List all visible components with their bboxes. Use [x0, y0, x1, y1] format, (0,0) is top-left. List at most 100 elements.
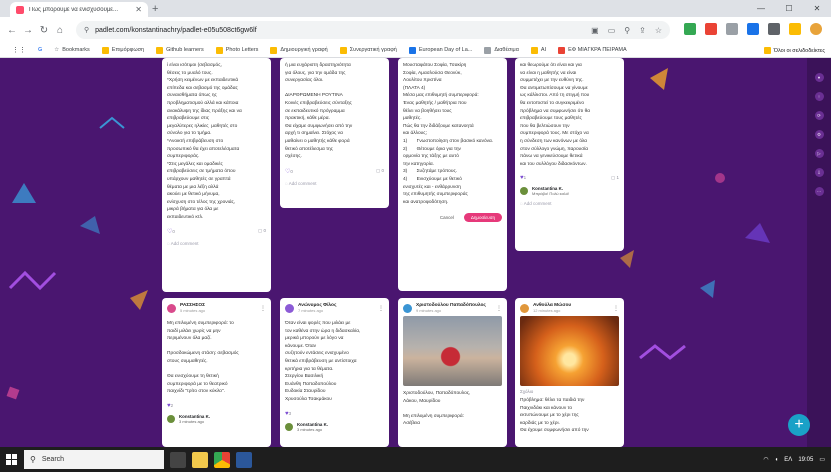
extension-red-icon[interactable] — [705, 23, 717, 35]
reload-icon[interactable]: ↻ — [36, 25, 52, 36]
cancel-button[interactable]: Cancel — [436, 213, 458, 222]
windows-start-icon[interactable] — [0, 447, 22, 472]
comment-author: Konstantina K. — [297, 421, 328, 427]
bookmark-1[interactable]: Επιμόρφωση — [96, 43, 150, 58]
extension-green-icon[interactable] — [684, 23, 696, 35]
rail-settings-icon[interactable]: ⚙ — [814, 130, 824, 139]
comment-count-button[interactable]: ▢ 0 — [258, 228, 266, 235]
chrome-icon[interactable] — [214, 451, 230, 468]
home-icon[interactable]: ⌂ — [52, 25, 68, 36]
extension-yellow-icon[interactable] — [789, 23, 801, 35]
bookmark-0[interactable]: ☆ Bookmarks — [48, 43, 95, 58]
comment-count-button[interactable]: ▢ 1 — [611, 175, 619, 181]
like-button[interactable]: ♥1 — [520, 175, 526, 181]
address-bar[interactable]: ⚲ padlet.com/konstantinachry/padlet-e05u… — [76, 21, 670, 39]
rail-avatar-icon[interactable]: ● — [814, 73, 824, 82]
rail-remake-icon[interactable]: ⟳ — [814, 111, 824, 120]
post-header: Ανθούλα Μώσου 12 minutes ago ⋮ — [515, 298, 624, 316]
like-button[interactable]: ♡0 — [167, 228, 175, 235]
page-icon — [558, 46, 566, 54]
bookmark-9[interactable]: ΕΦ ΜΙΑΓΚΡΑ ΠΕΙΡΑΜΑ — [552, 43, 633, 58]
post-time: 7 minutes ago — [298, 308, 324, 313]
globe-icon — [408, 46, 416, 54]
post-card[interactable]: ΡΑΣΣΗΣΟΣ 5 minutes ago ⋮ Μη επιλυμένη συ… — [162, 298, 271, 447]
back-icon[interactable]: ← — [4, 25, 20, 36]
cast-icon[interactable]: ▭ — [608, 26, 616, 35]
profile-avatar[interactable] — [810, 23, 822, 35]
minimize-icon[interactable]: — — [747, 0, 775, 17]
bookmark-3[interactable]: Photo Letters — [210, 43, 265, 58]
file-explorer-icon[interactable] — [192, 451, 208, 468]
bookmark-6[interactable]: European Day of La... — [403, 43, 479, 58]
extension-blue-icon[interactable] — [747, 23, 759, 35]
browser-tab[interactable]: Πώς μπορούμε να ενισχύσουμε... ✕ — [10, 2, 148, 17]
new-tab-button[interactable]: + — [152, 3, 158, 15]
google-bookmark[interactable]: G — [32, 43, 48, 58]
site-info-icon[interactable]: ⚲ — [84, 26, 89, 34]
post-card[interactable]: ή μια ευχάριστη δραστηριότητα για όλους,… — [280, 58, 389, 208]
url-text[interactable]: padlet.com/konstantinachry/padlet-e05u50… — [95, 27, 585, 34]
all-bookmarks[interactable]: Όλοι οι σελιδοδείκτες — [763, 43, 825, 58]
post-text: και θεωρούμε ότι είναι και για να είναι … — [520, 63, 591, 167]
add-comment-field[interactable]: ◌ Add comment — [515, 198, 624, 211]
notifications-icon[interactable]: ▭ — [819, 456, 825, 463]
post-body[interactable]: Μουσταφάτου Σοφία, Τσακίρη Σοφία, Αμασλο… — [398, 58, 507, 210]
bookmark-5[interactable]: Συνεργατική γραφή — [334, 43, 403, 58]
share-icon[interactable]: ⇪ — [639, 26, 646, 35]
install-app-icon[interactable]: ▣ — [591, 26, 599, 35]
post-body: Πρόβλημα: θέλει τα παιδιά την Παιχνιδάκι… — [515, 397, 624, 439]
word-icon[interactable] — [236, 451, 252, 468]
apps-grid-icon[interactable]: ⋮⋮ — [6, 43, 32, 58]
maximize-icon[interactable]: ☐ — [775, 0, 803, 17]
close-window-icon[interactable]: ✕ — [803, 0, 831, 17]
add-comment-field[interactable]: ◌ Add comment — [162, 238, 271, 251]
post-card[interactable]: και θεωρούμε ότι είναι και για να είναι … — [515, 58, 624, 251]
wifi-icon[interactable]: ◠ — [763, 456, 768, 463]
forward-icon[interactable]: → — [20, 25, 36, 36]
bookmark-4[interactable]: Δημιουργική γραφή — [264, 43, 333, 58]
rail-share-icon[interactable]: ↑ — [814, 92, 824, 101]
extensions-puzzle-icon[interactable] — [768, 23, 780, 35]
extension-grey-icon[interactable] — [726, 23, 738, 35]
post-text: Μη επιλυμένη συμπεριφορά: το παιδί μιλάε… — [167, 321, 239, 395]
post-menu-icon[interactable]: ⋮ — [378, 305, 384, 312]
post-card[interactable]: Ανθούλα Μώσου 12 minutes ago ⋮ Σχόλιο Πρ… — [515, 298, 624, 447]
post-card[interactable]: Ανώνυμος Φίλος 7 minutes ago ⋮ Όταν είνα… — [280, 298, 389, 447]
post-text[interactable]: Μουσταφάτου Σοφία, Τσακίρη Σοφία, Αμασλο… — [403, 62, 502, 206]
publish-button[interactable]: Δημοσίευση — [463, 213, 502, 223]
bookmark-8[interactable]: AI — [525, 43, 552, 58]
comment-count-button[interactable]: ▢ 0 — [376, 168, 384, 175]
post-time: 9 minutes ago — [416, 308, 442, 313]
post-card-editing[interactable]: Μουσταφάτου Σοφία, Τσακίρη Σοφία, Αμασλο… — [398, 58, 507, 291]
zoom-icon[interactable]: ⚲ — [624, 26, 630, 35]
like-button[interactable]: ♥3 — [285, 411, 291, 417]
language-indicator[interactable]: ΕΛ — [784, 457, 792, 463]
bookmark-star-icon[interactable]: ☆ — [655, 26, 662, 35]
bookmark-2[interactable]: Github learners — [150, 43, 210, 58]
taskbar-search[interactable]: ⚲ Search — [24, 450, 164, 469]
like-count: 3 — [288, 410, 292, 416]
post-header: Ανώνυμος Φίλος 7 minutes ago ⋮ — [280, 298, 389, 316]
hands-heart-image[interactable] — [403, 316, 502, 386]
post-menu-icon[interactable]: ⋮ — [496, 305, 502, 312]
post-card[interactable]: ί είναι ισότιμοι (σεβασμός, θέσεις το μυ… — [162, 58, 271, 292]
post-meta: Σχόλιο — [515, 386, 624, 397]
rail-more-icon[interactable]: ⋯ — [814, 187, 824, 196]
add-post-button[interactable]: + — [788, 414, 810, 436]
add-comment-field[interactable]: ◌ Add comment — [280, 178, 389, 191]
like-button[interactable]: ♥2 — [167, 403, 173, 409]
post-card[interactable]: Χριστοδούλου Παπαδόπουλος 9 minutes ago … — [398, 298, 507, 447]
clock[interactable]: 19:05 — [798, 457, 813, 463]
all-bookmarks-label: Όλοι οι σελιδοδείκτες — [773, 47, 825, 54]
task-view-icon[interactable] — [170, 451, 186, 468]
rail-export-icon[interactable]: ⇩ — [814, 168, 824, 177]
sunset-heart-hands-image[interactable] — [520, 316, 619, 386]
volume-icon[interactable]: ◖ — [775, 457, 779, 463]
close-tab-icon[interactable]: ✕ — [135, 5, 142, 14]
like-button[interactable]: ♡0 — [285, 168, 293, 175]
rail-slideshow-icon[interactable]: ▷ — [814, 149, 824, 158]
avatar — [403, 303, 412, 313]
post-menu-icon[interactable]: ⋮ — [613, 305, 619, 312]
post-menu-icon[interactable]: ⋮ — [260, 305, 266, 312]
bookmark-7[interactable]: Διαθέσιμα — [478, 43, 525, 58]
